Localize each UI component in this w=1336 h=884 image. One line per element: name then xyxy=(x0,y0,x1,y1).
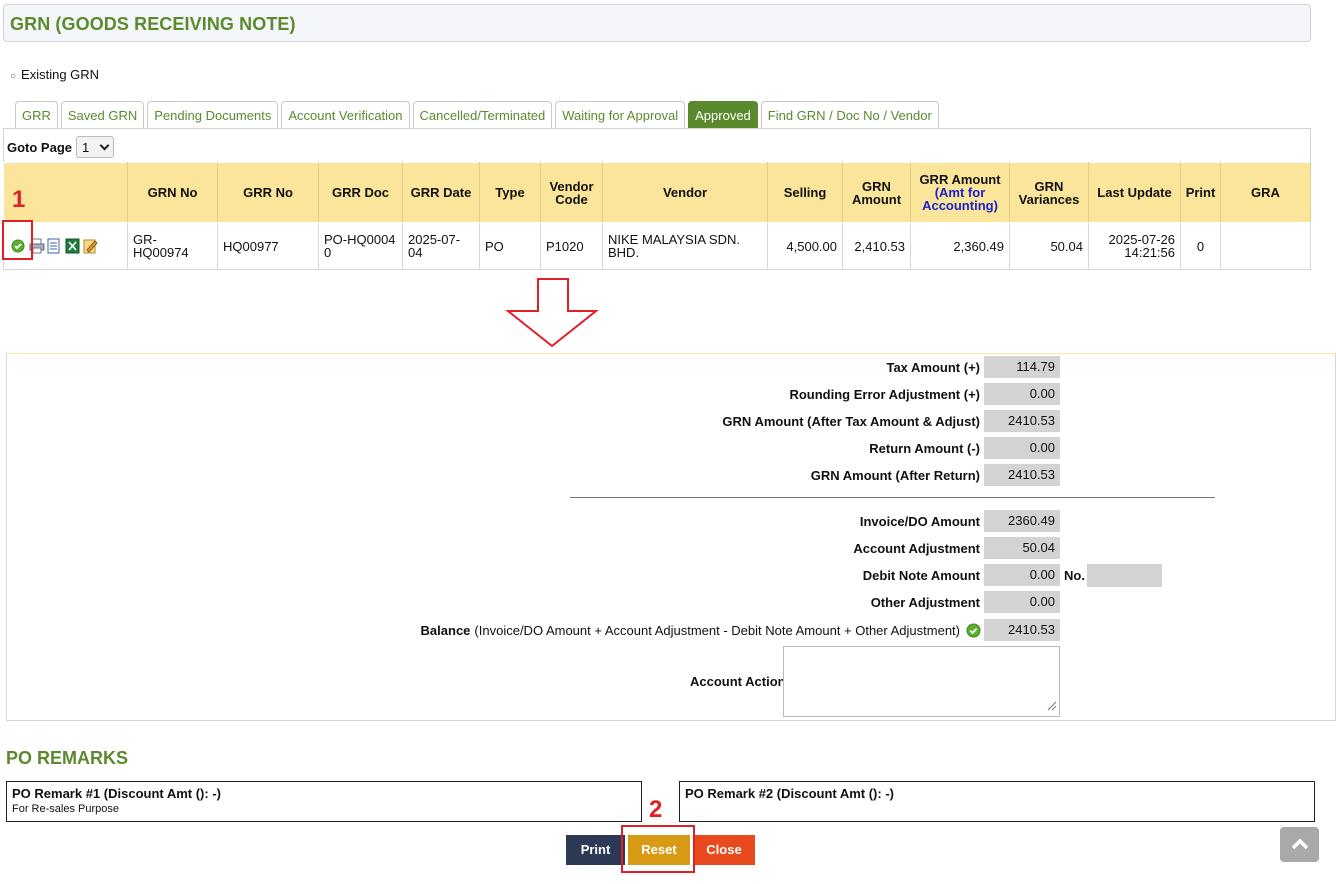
col-grr-date[interactable]: GRR Date xyxy=(402,162,480,223)
invoice-do-value: 2360.49 xyxy=(984,510,1060,532)
balance-row: Balance (Invoice/DO Amount + Account Adj… xyxy=(421,623,981,638)
scroll-top-button[interactable] xyxy=(1280,827,1319,862)
cell-grn-amount: 2,410.53 xyxy=(842,222,911,270)
col-grn-variances[interactable]: GRN Variances xyxy=(1009,162,1089,223)
balance-value: 2410.53 xyxy=(984,619,1060,641)
annotation-marker-2: 2 xyxy=(649,796,663,823)
account-adjustment-label: Account Adjustment xyxy=(853,541,980,556)
account-action-label: Account Action xyxy=(690,674,786,689)
return-amount-value: 0.00 xyxy=(984,437,1060,459)
print-button[interactable]: Print xyxy=(566,835,625,865)
po-remark-2-title: PO Remark #2 (Discount Amt (): -) xyxy=(685,786,894,801)
page-title: GRN (GOODS RECEIVING NOTE) xyxy=(10,14,296,34)
tab-saved-grn[interactable]: Saved GRN xyxy=(60,101,145,129)
rounding-value: 0.00 xyxy=(984,383,1060,405)
account-adjustment-value: 50.04 xyxy=(984,537,1060,559)
debit-note-value: 0.00 xyxy=(984,564,1060,586)
cell-grr-date: 2025-07-04 xyxy=(402,222,480,270)
table-header-row: GRN No GRR No GRR Doc GRR Date Type Vend… xyxy=(3,162,1311,223)
grn-after-return-value: 2410.53 xyxy=(984,464,1060,486)
tab-account-verification[interactable]: Account Verification xyxy=(281,101,410,129)
cell-last-update: 2025-07-26 14:21:56 xyxy=(1088,222,1181,270)
grn-after-tax-label: GRN Amount (After Tax Amount & Adjust) xyxy=(722,414,980,429)
down-arrow-icon xyxy=(505,277,599,352)
chevron-down-icon xyxy=(99,140,110,150)
goto-page-label: Goto Page xyxy=(7,139,73,155)
other-adjustment-label: Other Adjustment xyxy=(870,595,980,610)
col-gra[interactable]: GRA xyxy=(1220,162,1311,223)
tab-waiting-for-approval[interactable]: Waiting for Approval xyxy=(555,101,686,129)
debit-note-label: Debit Note Amount xyxy=(862,568,980,583)
cell-grn-variances: 50.04 xyxy=(1009,222,1089,270)
po-remark-1-title: PO Remark #1 (Discount Amt (): -) xyxy=(12,786,221,801)
cell-vendor-code: P1020 xyxy=(540,222,603,270)
cell-type: PO xyxy=(479,222,541,270)
col-last-update[interactable]: Last Update xyxy=(1088,162,1181,223)
resize-handle-icon[interactable] xyxy=(1045,699,1057,714)
col-vendor-code[interactable]: Vendor Code xyxy=(540,162,603,223)
cell-print: 0 xyxy=(1180,222,1221,270)
close-button[interactable]: Close xyxy=(693,835,755,865)
bullet-icon: ○ xyxy=(10,71,17,82)
col-type[interactable]: Type xyxy=(479,162,541,223)
other-adjustment-value: 0.00 xyxy=(984,591,1060,613)
tax-amount-value: 114.79 xyxy=(984,356,1060,378)
existing-grn-label: ○ Existing GRN xyxy=(10,67,99,82)
col-grn-amount[interactable]: GRN Amount xyxy=(842,162,911,223)
col-vendor[interactable]: Vendor xyxy=(602,162,768,223)
cell-grr-amount: 2,360.49 xyxy=(910,222,1010,270)
edit-note-icon[interactable] xyxy=(83,238,98,254)
page-header: GRN (GOODS RECEIVING NOTE) xyxy=(3,4,1311,42)
cell-grr-doc: PO-HQ00040 xyxy=(318,222,403,270)
po-remark-1: PO Remark #1 (Discount Amt (): -) For Re… xyxy=(6,781,642,822)
col-grr-amount[interactable]: GRR Amount (Amt for Accounting) xyxy=(910,162,1010,223)
debit-note-no-field[interactable] xyxy=(1087,564,1162,587)
tax-amount-label: Tax Amount (+) xyxy=(886,360,980,375)
col-print[interactable]: Print xyxy=(1180,162,1221,223)
tab-grr[interactable]: GRR xyxy=(15,101,58,129)
grn-after-tax-value: 2410.53 xyxy=(984,410,1060,432)
account-action-textarea[interactable] xyxy=(783,646,1060,717)
cell-vendor: NIKE MALAYSIA SDN. BHD. xyxy=(602,222,768,270)
cell-grr-no: HQ00977 xyxy=(217,222,319,270)
col-grn-no[interactable]: GRN No xyxy=(127,162,218,223)
debit-note-no-label: No. xyxy=(1064,568,1085,583)
goto-page-select[interactable]: 1 xyxy=(76,136,115,158)
annotation-box-1 xyxy=(2,220,33,260)
goto-page-value: 1 xyxy=(82,139,90,155)
goto-page: Goto Page 1 xyxy=(7,136,115,158)
return-amount-label: Return Amount (-) xyxy=(869,441,980,456)
tab-approved[interactable]: Approved xyxy=(688,101,758,129)
cell-gra xyxy=(1220,222,1311,270)
col-grr-doc[interactable]: GRR Doc xyxy=(318,162,403,223)
table-row[interactable]: GR-HQ00974 HQ00977 PO-HQ00040 2025-07-04… xyxy=(3,222,1311,270)
po-remark-2: PO Remark #2 (Discount Amt (): -) xyxy=(679,781,1315,822)
rounding-label: Rounding Error Adjustment (+) xyxy=(789,387,980,402)
tab-find-grn[interactable]: Find GRN / Doc No / Vendor xyxy=(760,101,939,129)
summary-divider xyxy=(570,497,1215,498)
amount-summary-panel xyxy=(6,353,1336,721)
col-selling[interactable]: Selling xyxy=(767,162,843,223)
po-remark-1-text: For Re-sales Purpose xyxy=(12,803,119,815)
balance-formula: (Invoice/DO Amount + Account Adjustment … xyxy=(474,623,960,638)
po-remarks-title: PO REMARKS xyxy=(6,748,129,768)
cell-grn-no: GR-HQ00974 xyxy=(127,222,218,270)
invoice-do-label: Invoice/DO Amount xyxy=(859,514,980,529)
balance-label: Balance xyxy=(420,623,471,638)
cell-selling: 4,500.00 xyxy=(767,222,843,270)
grn-after-return-label: GRN Amount (After Return) xyxy=(810,468,980,483)
tab-bar: GRR Saved GRN Pending Documents Account … xyxy=(15,101,939,129)
annotation-box-2 xyxy=(621,825,695,873)
balance-check-icon xyxy=(966,623,981,638)
tab-cancelled-terminated[interactable]: Cancelled/Terminated xyxy=(412,101,553,129)
existing-grn-text: Existing GRN xyxy=(21,67,100,82)
grn-table: GRN No GRR No GRR Doc GRR Date Type Vend… xyxy=(3,162,1311,270)
chevron-up-icon xyxy=(1290,836,1310,855)
grr-amount-note: (Amt for Accounting) xyxy=(922,185,998,213)
annotation-marker-1: 1 xyxy=(12,186,26,213)
excel-icon[interactable] xyxy=(65,238,80,254)
tab-pending-documents[interactable]: Pending Documents xyxy=(147,101,279,129)
document-icon[interactable] xyxy=(47,238,62,254)
col-grr-no[interactable]: GRR No xyxy=(217,162,319,223)
